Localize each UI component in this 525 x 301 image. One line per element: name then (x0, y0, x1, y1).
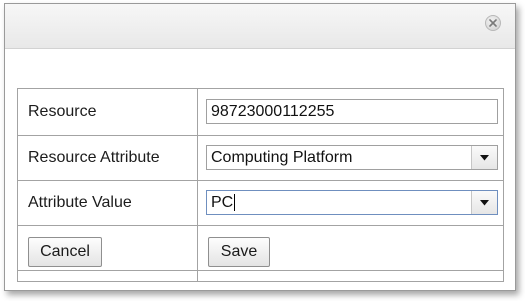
close-icon[interactable] (485, 15, 501, 31)
resource-value: 98723000112255 (211, 102, 335, 120)
resource-label: Resource (28, 103, 97, 120)
resource-input[interactable]: 98723000112255 (206, 99, 498, 124)
text-caret (234, 194, 236, 211)
dialog-titlebar (5, 4, 515, 49)
attribute-value-label: Attribute Value (28, 194, 132, 211)
resource-row: Resource 98723000112255 (18, 89, 503, 136)
attribute-value-combobox[interactable]: PC (206, 190, 498, 215)
resource-attribute-value: Computing Platform (211, 148, 353, 166)
triangle-down-icon[interactable] (471, 191, 497, 214)
attribute-value-text: PC (211, 193, 234, 211)
attribute-dialog: Resource 98723000112255 Resource Attribu… (4, 3, 516, 291)
column-divider (197, 89, 198, 281)
actions-row: Cancel Save (18, 226, 503, 271)
triangle-down-icon[interactable] (471, 146, 497, 169)
resource-attribute-row: Resource Attribute Computing Platform (18, 136, 503, 181)
form-table: Resource 98723000112255 Resource Attribu… (17, 88, 504, 282)
attribute-value-row: Attribute Value PC (18, 181, 503, 226)
resource-attribute-select[interactable]: Computing Platform (206, 145, 498, 170)
cancel-button[interactable]: Cancel (28, 237, 102, 267)
resource-attribute-label: Resource Attribute (28, 149, 160, 166)
save-button[interactable]: Save (208, 237, 270, 267)
